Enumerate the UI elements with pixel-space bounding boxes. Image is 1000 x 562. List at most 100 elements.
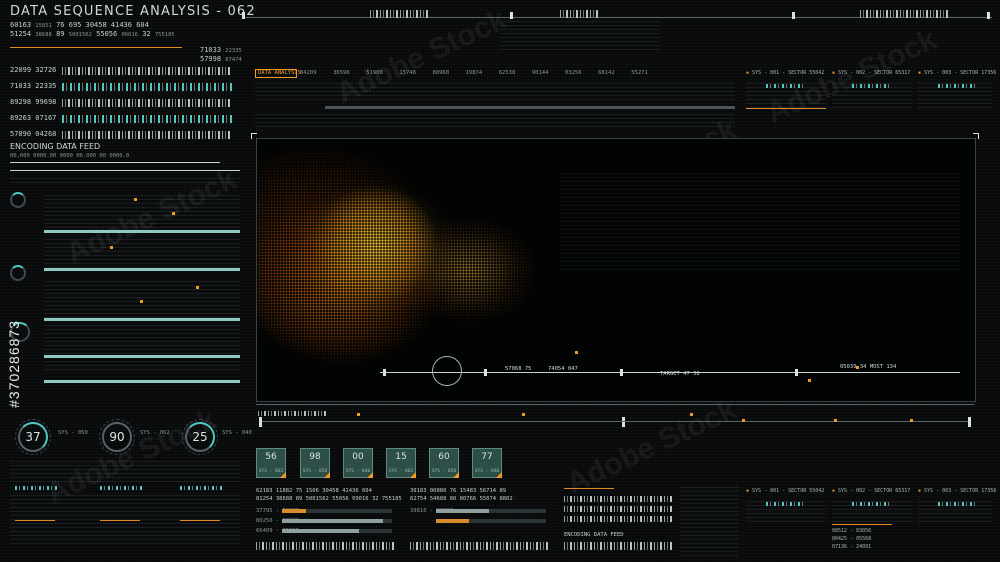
left-row: 57890 04268 [10, 130, 57, 138]
status-dot [910, 419, 913, 422]
encoding-barcode [564, 496, 674, 502]
status-dot [110, 246, 113, 249]
data-analysis-label: DATA ANALYSIS [258, 70, 302, 76]
left-progress [44, 230, 240, 233]
gauge: 90 [99, 419, 135, 455]
sector-code: 80425 - 05568 [832, 536, 872, 542]
status-dot [808, 379, 811, 382]
gauge-texture [10, 460, 240, 482]
status-dot [690, 413, 693, 416]
row-barcode [62, 67, 232, 75]
sector-panels-top: ▪ SYS - 001 - SECTOR 55042 ▪ SYS - 002 -… [746, 70, 996, 126]
timeline-tick [987, 12, 990, 19]
ruler-barcode [258, 411, 328, 416]
top-strip-texture [255, 80, 735, 100]
bottom-code-row: 39183 00880 76 15483 56714 89 [410, 488, 507, 494]
bottom-barcode [410, 542, 550, 550]
bottom-barcode [256, 542, 396, 550]
timeline-barcode [860, 10, 950, 18]
sector-label: ▪ SYS - 003 - SECTOR 17356 [918, 488, 997, 494]
watermark: Adobe Stock [561, 392, 742, 501]
encoding-feed-sub: 00,000 0000.00 0000 00.000 00 0000.0 [10, 153, 130, 159]
sector-panels-bottom: ▪ SYS - 001 - SECTOR 55042 ▪ SYS - 002 -… [746, 488, 996, 552]
encoding-barcode [564, 506, 674, 512]
left-row: 89263 07167 [10, 114, 57, 122]
status-tile[interactable]: 00 SYS - 040 [343, 448, 373, 478]
ruler-tick [968, 417, 971, 427]
gauge-value: 90 [109, 430, 125, 444]
tile-value: 98 [309, 452, 321, 462]
timeline-tick [242, 12, 245, 19]
bottom-code-row: 81254 38688 89 5001562 55056 09016 32 75… [256, 496, 402, 502]
status-dot [140, 300, 143, 303]
gauge-bar [180, 486, 224, 490]
sector-label: ▪ SYS - 002 - SECTOR 65317 [832, 70, 911, 76]
status-tile[interactable]: 77 SYS - 040 [472, 448, 502, 478]
viewport-noise [560, 170, 960, 270]
corner-marker [251, 133, 257, 139]
gauge-label: SYS - 062 [140, 430, 170, 436]
left-progress [44, 268, 240, 271]
header-row-1: 60163 15851 76 695 30458 41436 604 [10, 21, 149, 29]
tile-value: 56 [265, 452, 277, 462]
bottom-code-row: 62183 11882 75 1506 30458 41436 604 [256, 488, 372, 494]
orange-rule [15, 520, 55, 521]
bottom-encoding-label: ENCODING DATA FEED [564, 532, 624, 538]
gauge-value: 25 [192, 430, 208, 444]
status-dot [575, 351, 578, 354]
row-barcode [62, 115, 232, 123]
page-title: DATA SEQUENCE ANALYSIS - 062 [10, 4, 256, 19]
sector-bar [766, 502, 806, 506]
progress-bar [436, 519, 546, 523]
measure-tick [795, 369, 798, 376]
status-tile[interactable]: 60 SYS - 050 [429, 448, 459, 478]
bottom-texture [680, 486, 738, 556]
row-barcode [62, 99, 232, 107]
progress-bar [282, 509, 392, 513]
encoding-feed-title: ENCODING DATA FEED [10, 142, 101, 151]
left-progress [44, 318, 240, 321]
ruler-tick [259, 417, 262, 427]
readout-far: 05039 34 MOST 134 [840, 364, 897, 370]
bottom-left-texture [10, 494, 240, 544]
sector-code: 08512 - 83056 [832, 528, 872, 534]
sector-rule [832, 524, 892, 525]
sector-bar [766, 84, 806, 88]
timeline-tick [792, 12, 795, 19]
header-orange-rule [10, 47, 182, 48]
stock-id: #370286873 [6, 320, 22, 408]
particle-cloud [258, 140, 538, 400]
ring-indicator [10, 192, 26, 208]
grid-texture [44, 325, 240, 370]
left-row: 89298 99698 [10, 98, 57, 106]
encoding-rule [10, 170, 240, 171]
status-tile[interactable]: 98 SYS - 050 [300, 448, 330, 478]
orange-rule [100, 520, 140, 521]
encoding-rule [10, 162, 220, 163]
grid-texture [44, 238, 240, 268]
gauge-label: SYS - 040 [222, 430, 252, 436]
tile-value: 60 [438, 452, 450, 462]
tile-value: 15 [395, 452, 407, 462]
readout-right: TARGET 47 58 [660, 371, 700, 377]
status-tile[interactable]: 56 SYS - 062 [256, 448, 286, 478]
sector-code: 07136 - 24091 [832, 544, 872, 550]
corner-marker [973, 133, 979, 139]
top-strip-codes: 84209 36596 51908 15748 80960 19874 6253… [300, 70, 648, 76]
encoding-texture [10, 175, 240, 183]
ruler-line [262, 421, 968, 422]
top-strip-bar [325, 106, 735, 109]
status-dot [856, 366, 859, 369]
measure-tick [620, 369, 623, 376]
timeline-barcode [370, 10, 430, 18]
gauge: 25 [182, 419, 218, 455]
status-dot [742, 419, 745, 422]
status-dot [834, 419, 837, 422]
measure-tick [484, 369, 487, 376]
sector-rule [746, 108, 826, 109]
left-row: 22099 32726 [10, 66, 57, 74]
status-dot [172, 212, 175, 215]
status-tile[interactable]: 15 SYS - 062 [386, 448, 416, 478]
status-dot [357, 413, 360, 416]
row-barcode [62, 131, 232, 139]
